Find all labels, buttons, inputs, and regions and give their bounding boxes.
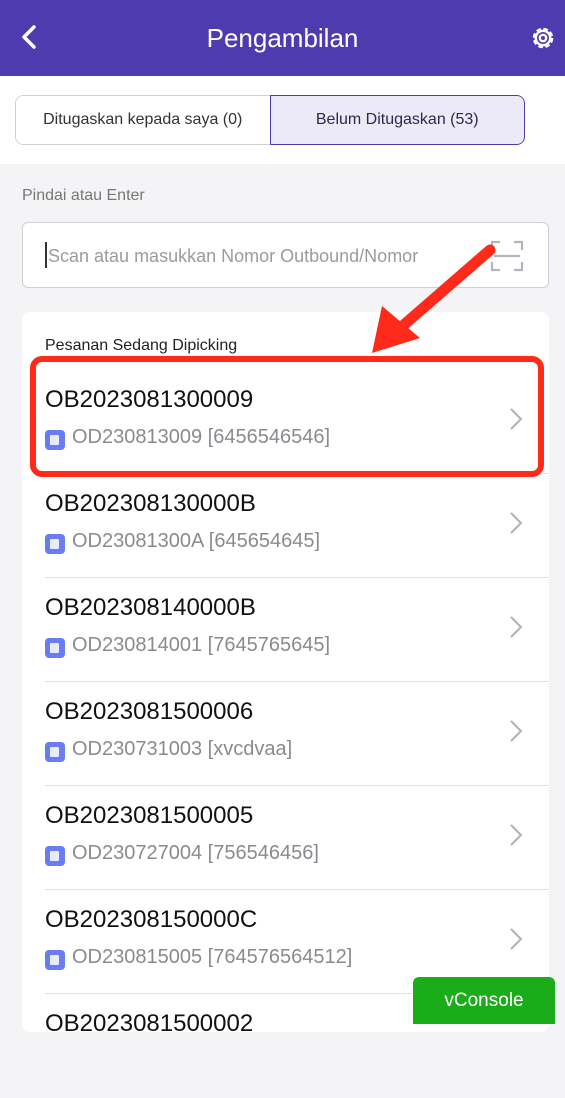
outbound-number: OB202308150000C — [45, 906, 258, 933]
chevron-right-icon — [510, 512, 523, 534]
order-number: OD230727004 [756546456] — [72, 842, 319, 864]
outbound-number: OB2023081500002 — [45, 1010, 254, 1037]
document-icon — [45, 638, 65, 658]
list-item[interactable]: OB202308130000B OD23081300A [645654645] — [45, 474, 549, 578]
outbound-number: OB202308140000B — [45, 594, 256, 621]
tab-assigned-to-me[interactable]: Ditugaskan kepada saya (0) — [15, 95, 270, 145]
outbound-number: OB202308130000B — [45, 490, 256, 517]
order-number: OD230815005 [764576564512] — [72, 946, 353, 968]
annotation-arrow — [372, 244, 496, 353]
document-icon — [45, 950, 65, 970]
page-title: Pengambilan — [206, 23, 359, 53]
list-item[interactable]: OB2023081500006 OD230731003 [xvcdvaa] — [45, 682, 549, 786]
chevron-right-icon — [510, 616, 523, 638]
chevron-right-icon — [510, 824, 523, 846]
gear-icon[interactable] — [529, 24, 557, 52]
order-number: OD23081300A [645654645] — [72, 530, 320, 552]
app-header: Pengambilan — [0, 0, 565, 76]
chevron-right-icon — [510, 928, 523, 950]
order-number: OD230814001 [7645765645] — [72, 634, 331, 656]
outbound-number: OB2023081500006 — [45, 698, 254, 725]
chevron-right-icon — [510, 720, 523, 742]
highlight-box — [30, 356, 544, 477]
tab-bar: Ditugaskan kepada saya (0) Belum Ditugas… — [0, 76, 565, 164]
list-item[interactable]: OB202308140000B OD230814001 [7645765645] — [45, 578, 549, 682]
list-item[interactable]: OB2023081500005 OD230727004 [756546456] — [45, 786, 549, 890]
order-number: OD230731003 [xvcdvaa] — [72, 738, 293, 760]
document-icon — [45, 534, 65, 554]
outbound-number: OB2023081500005 — [45, 802, 254, 829]
vconsole-button[interactable]: vConsole — [413, 977, 555, 1024]
scan-label: Pindai atau Enter — [22, 187, 145, 204]
section-title: Pesanan Sedang Dipicking — [45, 337, 238, 354]
text-caret — [45, 242, 47, 268]
document-icon — [45, 742, 65, 762]
document-icon — [45, 846, 65, 866]
tab-unassigned[interactable]: Belum Ditugaskan (53) — [269, 95, 525, 145]
